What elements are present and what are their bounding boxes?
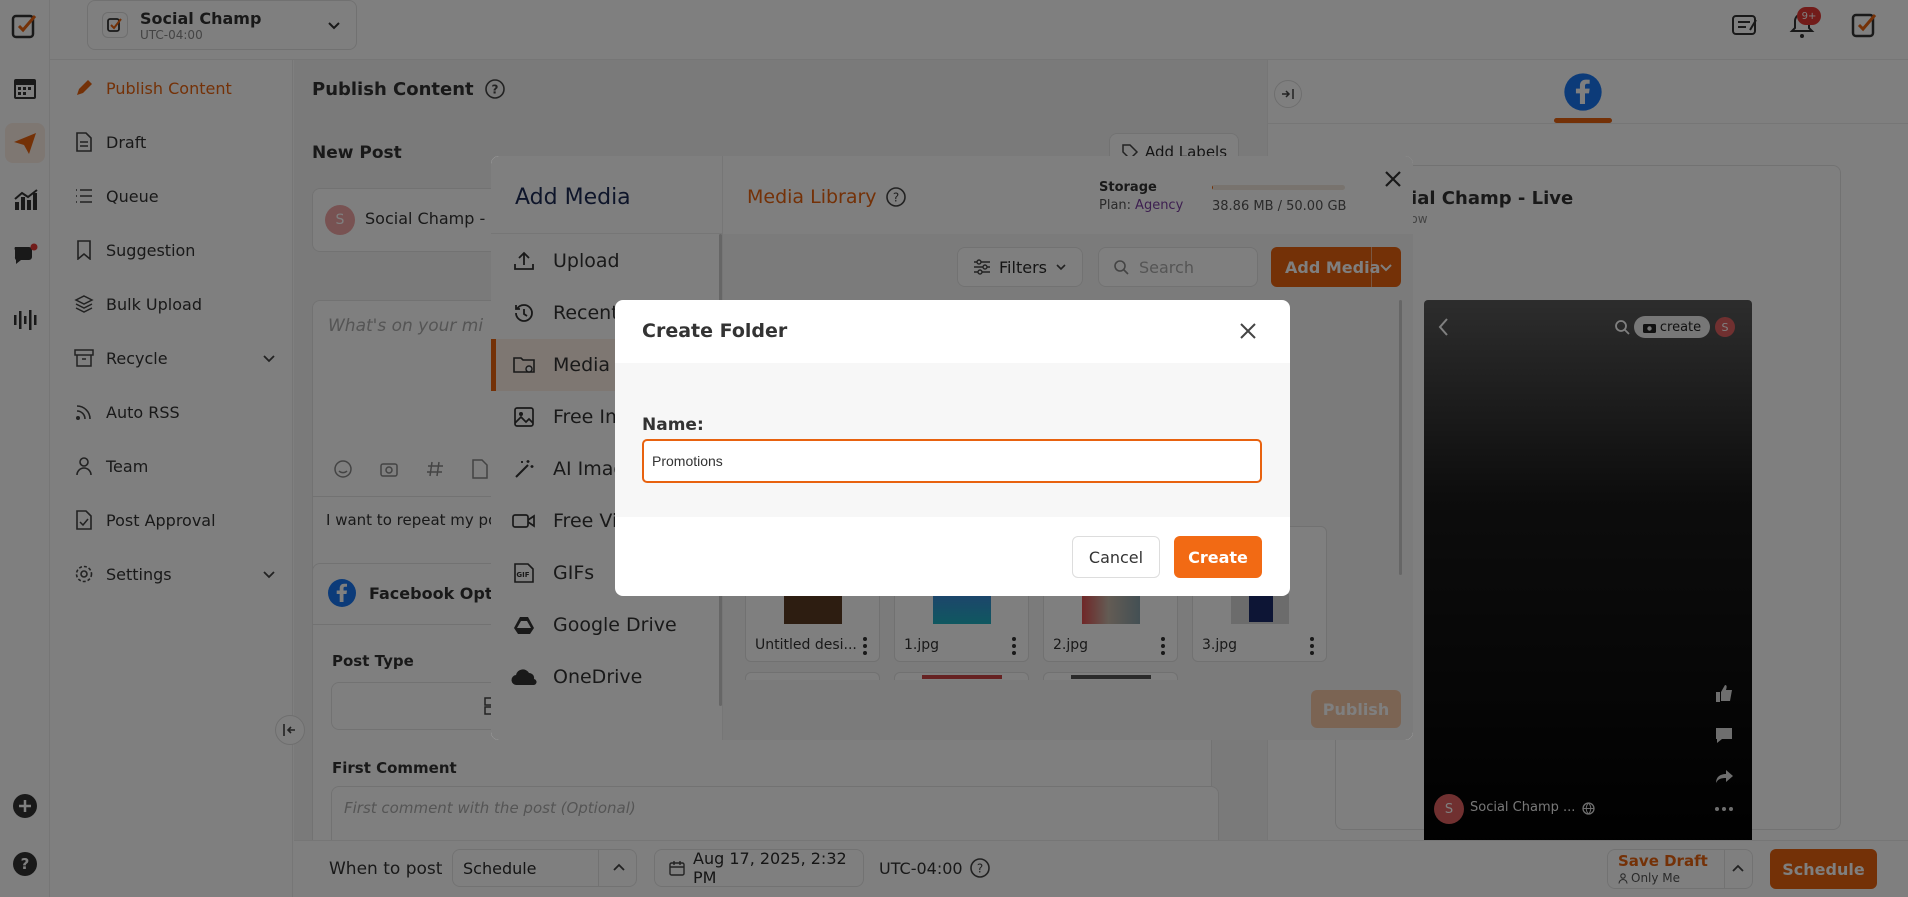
dialog-title: Create Folder (642, 320, 788, 342)
name-label: Name: (642, 415, 704, 435)
create-button[interactable]: Create (1174, 536, 1262, 578)
close-icon[interactable] (1239, 322, 1257, 340)
create-folder-dialog: Create Folder Name: Cancel Create (615, 300, 1290, 596)
dialog-body: Name: (615, 363, 1290, 517)
folder-name-input[interactable] (642, 439, 1262, 483)
cancel-button[interactable]: Cancel (1072, 536, 1160, 578)
